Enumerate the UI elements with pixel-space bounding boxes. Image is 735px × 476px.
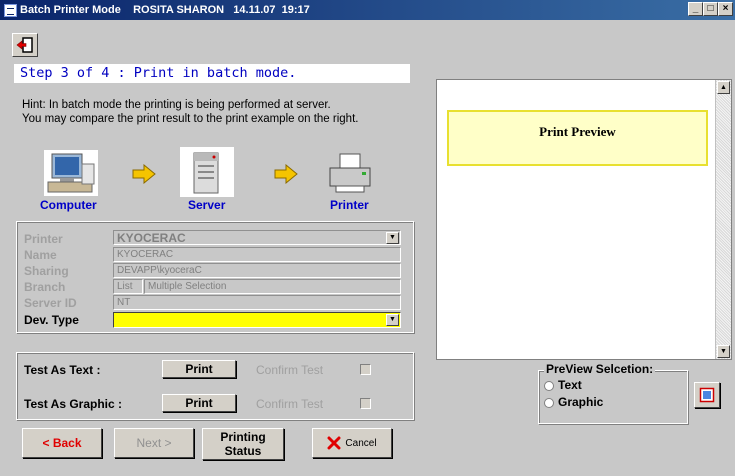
close-button[interactable]: ×	[718, 2, 733, 16]
name-field: KYOCERAC	[113, 247, 401, 262]
vertical-scrollbar[interactable]: ▲ ▼	[715, 80, 731, 359]
chevron-down-icon[interactable]: ▼	[386, 314, 399, 326]
next-button[interactable]: Next >	[114, 428, 194, 458]
confirm-text-label: Confirm Test	[256, 363, 324, 377]
preview-text-label: Text	[558, 378, 582, 392]
printing-status-line1: Printing	[220, 430, 266, 444]
print-text-button[interactable]: Print	[162, 360, 236, 378]
confirm-graphic-label: Confirm Test	[256, 397, 324, 411]
minimize-button[interactable]: _	[688, 2, 703, 16]
dev-type-select[interactable]: ▼	[113, 312, 401, 328]
window-title: Batch Printer Mode ROSITA SHARON 14.11.0…	[20, 4, 310, 16]
branch-label: Branch	[24, 280, 66, 294]
hint-line-2: You may compare the print result to the …	[22, 113, 359, 125]
test-graphic-label: Test As Graphic :	[24, 397, 123, 411]
test-text-label: Test As Text :	[24, 363, 101, 377]
server-id-field: NT	[113, 295, 401, 310]
exit-icon	[16, 37, 33, 53]
maximize-button[interactable]: □	[703, 2, 718, 16]
hint-text: Hint: In batch mode the printing is bein…	[22, 98, 358, 126]
server-icon	[180, 147, 234, 197]
printer-label: Printer	[330, 198, 369, 212]
title-bar: Batch Printer Mode ROSITA SHARON 14.11.0…	[0, 0, 735, 20]
exit-button[interactable]	[12, 33, 38, 57]
preview-text-radio[interactable]	[544, 381, 554, 391]
printer-label-text: Printer	[24, 232, 63, 246]
branch-list-button: List	[113, 279, 143, 294]
server-id-label: Server ID	[24, 296, 77, 310]
sharing-field: DEVAPP\kyoceraC	[113, 263, 401, 278]
server-label: Server	[188, 198, 226, 212]
print-preview-title: Print Preview	[447, 110, 708, 166]
arrow-right-icon	[274, 163, 298, 189]
sharing-label: Sharing	[24, 264, 69, 278]
confirm-graphic-checkbox[interactable]	[360, 398, 371, 409]
computer-icon	[44, 150, 98, 196]
preview-icon	[699, 387, 715, 403]
scroll-down-icon[interactable]: ▼	[717, 345, 730, 358]
arrow-right-icon	[132, 163, 156, 189]
printer-select-value: KYOCERAC	[117, 231, 186, 245]
preview-selection-label: PreView Selcetion:	[544, 362, 656, 376]
computer-label: Computer	[40, 198, 97, 212]
close-x-icon	[327, 436, 341, 450]
print-graphic-button[interactable]: Print	[162, 394, 236, 412]
refresh-preview-button[interactable]	[694, 382, 720, 408]
hint-line-1: Hint: In batch mode the printing is bein…	[22, 99, 331, 111]
printer-icon	[326, 150, 374, 196]
printing-status-button[interactable]: Printing Status	[202, 428, 284, 460]
back-button[interactable]: < Back	[22, 428, 102, 458]
preview-graphic-label: Graphic	[558, 395, 604, 409]
dev-type-value	[114, 315, 117, 327]
step-indicator: Step 3 of 4 : Print in batch mode.	[14, 64, 410, 83]
scroll-up-icon[interactable]: ▲	[717, 81, 730, 94]
printing-status-line2: Status	[224, 444, 262, 458]
branch-field: Multiple Selection	[144, 279, 401, 294]
cancel-button[interactable]: Cancel	[312, 428, 392, 458]
printer-select: KYOCERAC ▼	[113, 230, 401, 245]
app-icon	[4, 3, 17, 17]
name-label: Name	[24, 248, 57, 262]
cancel-label: Cancel	[345, 437, 377, 449]
dev-type-label: Dev. Type	[24, 313, 79, 327]
confirm-text-checkbox[interactable]	[360, 364, 371, 375]
print-preview-pane[interactable]: Print Preview ▲ ▼	[436, 79, 732, 360]
chevron-down-icon: ▼	[386, 232, 399, 244]
preview-graphic-radio[interactable]	[544, 398, 554, 408]
